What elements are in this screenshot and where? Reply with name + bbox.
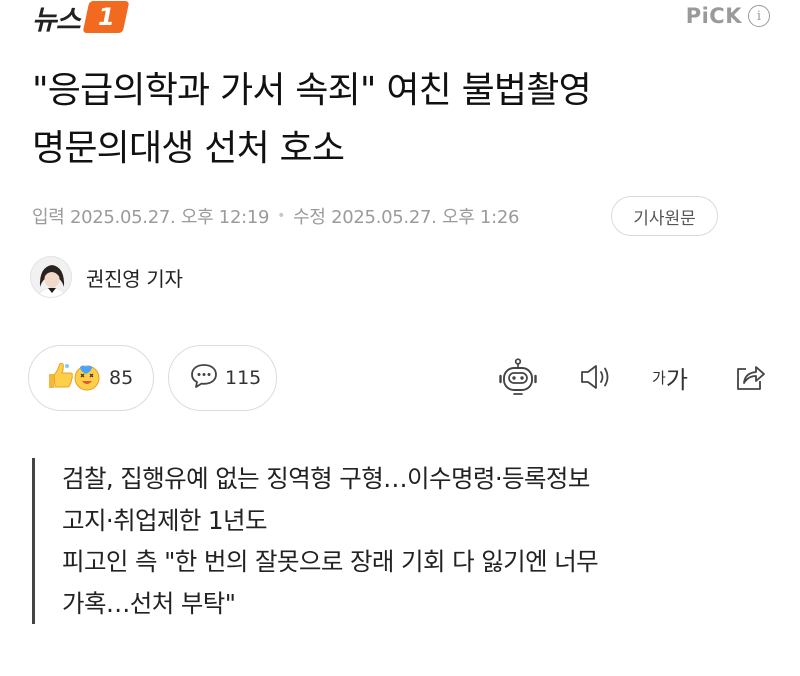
published-time: 입력 2025.05.27. 오후 12:19 — [32, 207, 270, 228]
font-size-large-label: 가 — [665, 365, 688, 394]
info-icon[interactable]: i — [748, 5, 770, 27]
article-title: "응급의학과 가서 속죄" 여친 불법촬영 명문의대생 선처 호소 — [32, 62, 782, 178]
title-line-2: 명문의대생 선처 호소 — [32, 128, 345, 169]
summary-line-2: 고지·취업제한 1년도 — [62, 505, 267, 535]
pick-badge[interactable]: PiCK i — [686, 4, 770, 28]
reporter-name[interactable]: 권진영 기자 — [86, 263, 183, 292]
modified-time: 수정 2025.05.27. 오후 1:26 — [293, 207, 520, 228]
article-summary: 검찰, 집행유예 없는 징역형 구형…이수명령·등록정보 고지·취업제한 1년도… — [32, 458, 772, 624]
meta-separator: • — [277, 208, 286, 224]
comment-count: 115 — [225, 367, 262, 389]
ai-summary-bot-icon[interactable] — [496, 357, 540, 397]
reaction-count: 85 — [109, 367, 134, 389]
reporter-avatar — [30, 256, 72, 298]
comment-icon — [189, 362, 219, 394]
pick-label: PiCK — [685, 4, 742, 28]
logo-badge: 1 — [82, 1, 130, 33]
news1-logo[interactable]: 뉴스 1 — [32, 0, 130, 36]
reporter-info[interactable]: 권진영 기자 — [30, 256, 183, 298]
comment-button[interactable]: 115 — [168, 345, 277, 411]
title-line-1: "응급의학과 가서 속죄" 여친 불법촬영 — [32, 70, 592, 111]
speaker-icon[interactable] — [576, 357, 616, 397]
font-size-button[interactable]: 가 가 — [646, 357, 694, 397]
article-actions: 85 115 가 가 — [28, 345, 778, 411]
share-icon[interactable] — [730, 357, 770, 397]
summary-line-1: 검찰, 집행유예 없는 징역형 구형…이수명령·등록정보 — [62, 464, 590, 493]
logo-text: 뉴스 — [32, 4, 81, 36]
summary-line-3: 피고인 측 "한 번의 잘못으로 장래 기회 다 잃기엔 너무 — [62, 547, 599, 576]
original-article-button[interactable]: 기사원문 — [611, 196, 718, 236]
reaction-emoji-icon — [45, 359, 103, 397]
reaction-button[interactable]: 85 — [28, 345, 154, 411]
font-size-small-label: 가 — [652, 368, 666, 387]
summary-line-4: 가혹…선처 부탁" — [62, 588, 236, 618]
site-header: 뉴스 1 PiCK i — [0, 0, 800, 40]
